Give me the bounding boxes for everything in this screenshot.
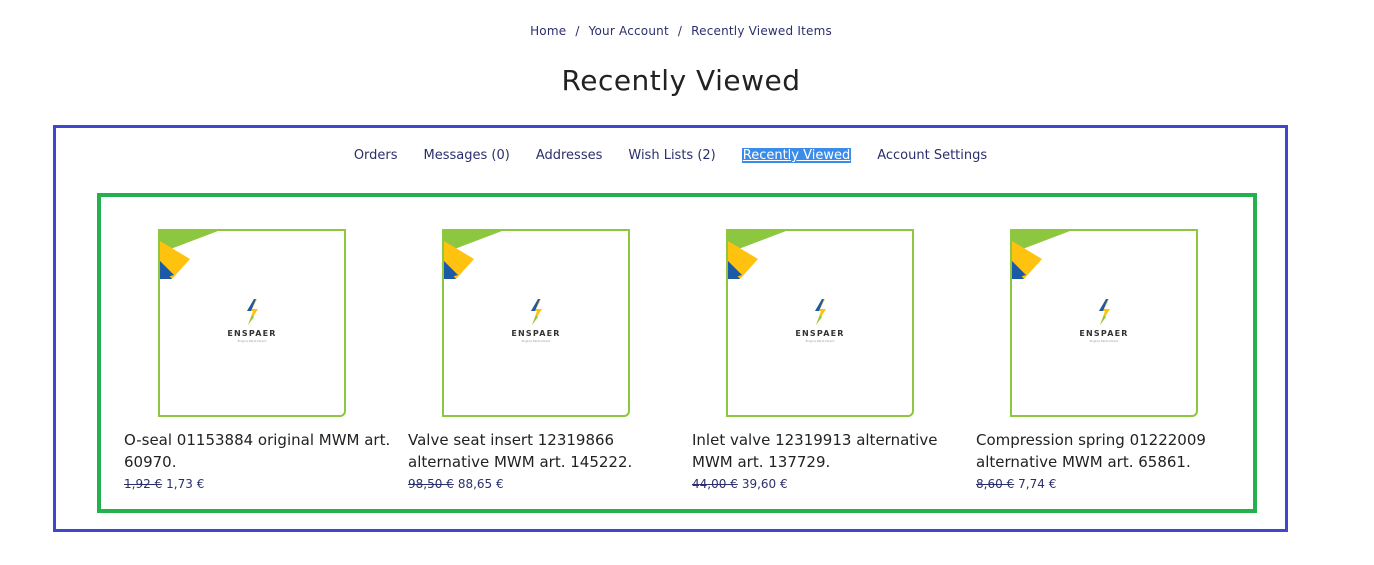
price-new: 1,73 € [166, 477, 205, 491]
product-image[interactable]: ENSPAER Engine Parts Direct [442, 229, 630, 417]
brand-logo-text: ENSPAER [511, 329, 561, 338]
product-title[interactable]: Compression spring 01222009 alternative … [976, 429, 1246, 473]
nav-recently-viewed[interactable]: Recently Viewed [741, 148, 852, 163]
product-card: ENSPAER Engine Parts Direct Compression … [976, 229, 1246, 491]
breadcrumb: Home / Your Account / Recently Viewed Items [0, 24, 1362, 38]
product-card: ENSPAER Engine Parts Direct Inlet valve … [692, 229, 962, 491]
brand-logo-subtext: Engine Parts Direct [1089, 339, 1119, 343]
breadcrumb-separator: / [677, 24, 683, 38]
brand-corner-icon [1012, 231, 1070, 279]
bolt-logo-icon [1099, 299, 1110, 325]
product-card: ENSPAER Engine Parts Direct O-seal 01153… [124, 229, 394, 491]
brand-corner-icon [160, 231, 218, 279]
nav-addresses[interactable]: Addresses [536, 148, 603, 163]
breadcrumb-recently-viewed-link[interactable]: Recently Viewed Items [691, 24, 832, 38]
price-old: 8,60 € [976, 477, 1015, 491]
price-new: 7,74 € [1018, 477, 1057, 491]
brand-logo: ENSPAER Engine Parts Direct [444, 299, 628, 343]
page-title: Recently Viewed [561, 64, 801, 97]
brand-logo-text: ENSPAER [795, 329, 845, 338]
product-price: 44,00 €39,60 € [692, 477, 962, 491]
bolt-logo-icon [815, 299, 826, 325]
bolt-logo-icon [531, 299, 542, 325]
bolt-logo-icon [247, 299, 258, 325]
brand-corner-icon [444, 231, 502, 279]
brand-logo-subtext: Engine Parts Direct [521, 339, 551, 343]
product-title[interactable]: Valve seat insert 12319866 alternative M… [408, 429, 678, 473]
product-image[interactable]: ENSPAER Engine Parts Direct [1010, 229, 1198, 417]
price-new: 88,65 € [457, 477, 504, 491]
nav-orders[interactable]: Orders [354, 148, 398, 163]
brand-logo-subtext: Engine Parts Direct [805, 339, 835, 343]
brand-logo-text: ENSPAER [1079, 329, 1129, 338]
account-panel: Orders Messages (0) Addresses Wish Lists… [53, 125, 1288, 532]
product-price: 1,92 €1,73 € [124, 477, 394, 491]
nav-wish-lists[interactable]: Wish Lists (2) [628, 148, 715, 163]
product-price: 8,60 €7,74 € [976, 477, 1246, 491]
price-old: 44,00 € [692, 477, 738, 491]
price-old: 1,92 € [124, 477, 163, 491]
product-price: 98,50 €88,65 € [408, 477, 678, 491]
product-title[interactable]: Inlet valve 12319913 alternative MWM art… [692, 429, 962, 473]
price-new: 39,60 € [741, 477, 788, 491]
recently-viewed-products: ENSPAER Engine Parts Direct O-seal 01153… [97, 193, 1257, 513]
price-old: 98,50 € [408, 477, 454, 491]
product-title[interactable]: O-seal 01153884 original MWM art. 60970. [124, 429, 394, 473]
brand-logo: ENSPAER Engine Parts Direct [1012, 299, 1196, 343]
nav-account-settings[interactable]: Account Settings [877, 148, 987, 163]
brand-corner-icon [728, 231, 786, 279]
account-nav: Orders Messages (0) Addresses Wish Lists… [56, 148, 1285, 163]
brand-logo: ENSPAER Engine Parts Direct [160, 299, 344, 343]
brand-logo-subtext: Engine Parts Direct [237, 339, 267, 343]
brand-logo: ENSPAER Engine Parts Direct [728, 299, 912, 343]
brand-logo-text: ENSPAER [227, 329, 277, 338]
product-image[interactable]: ENSPAER Engine Parts Direct [158, 229, 346, 417]
breadcrumb-your-account-link[interactable]: Your Account [589, 24, 669, 38]
product-image[interactable]: ENSPAER Engine Parts Direct [726, 229, 914, 417]
breadcrumb-home-link[interactable]: Home [530, 24, 566, 38]
nav-messages[interactable]: Messages (0) [424, 148, 510, 163]
breadcrumb-separator: / [575, 24, 580, 38]
product-card: ENSPAER Engine Parts Direct Valve seat i… [408, 229, 678, 491]
